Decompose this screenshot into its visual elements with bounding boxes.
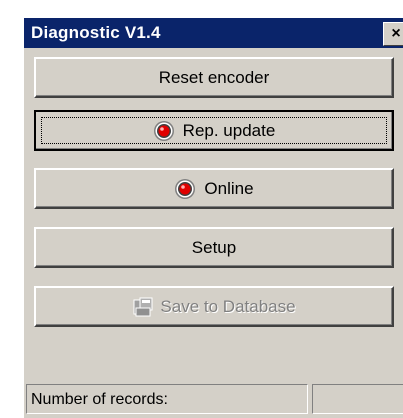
window-title: Diagnostic V1.4 bbox=[31, 23, 161, 42]
close-button[interactable]: × bbox=[383, 22, 403, 46]
reset-encoder-button[interactable]: Reset encoder bbox=[34, 57, 394, 98]
focus-rectangle bbox=[41, 117, 387, 144]
title-bar[interactable]: Diagnostic V1.4 × bbox=[24, 18, 403, 48]
red-led-icon bbox=[175, 178, 196, 199]
close-icon: × bbox=[391, 25, 401, 42]
records-value-panel bbox=[312, 384, 403, 414]
diagnostic-window: Diagnostic V1.4 × Reset encoder Rep. upd… bbox=[24, 18, 403, 418]
rep-update-button[interactable]: Rep. update bbox=[34, 110, 394, 151]
setup-label: Setup bbox=[191, 237, 237, 257]
setup-button[interactable]: Setup bbox=[34, 227, 394, 268]
records-label: Number of records: bbox=[31, 391, 168, 408]
records-count-panel: Number of records: bbox=[26, 384, 308, 414]
status-bar: Number of records: bbox=[24, 382, 403, 418]
database-save-icon bbox=[133, 297, 153, 316]
reset-encoder-label: Reset encoder bbox=[158, 67, 270, 87]
save-to-database-label: Save to Database bbox=[160, 296, 296, 316]
save-to-database-button[interactable]: Save to Database bbox=[34, 286, 394, 327]
online-label: Online bbox=[204, 178, 254, 198]
online-button[interactable]: Online bbox=[34, 168, 394, 209]
